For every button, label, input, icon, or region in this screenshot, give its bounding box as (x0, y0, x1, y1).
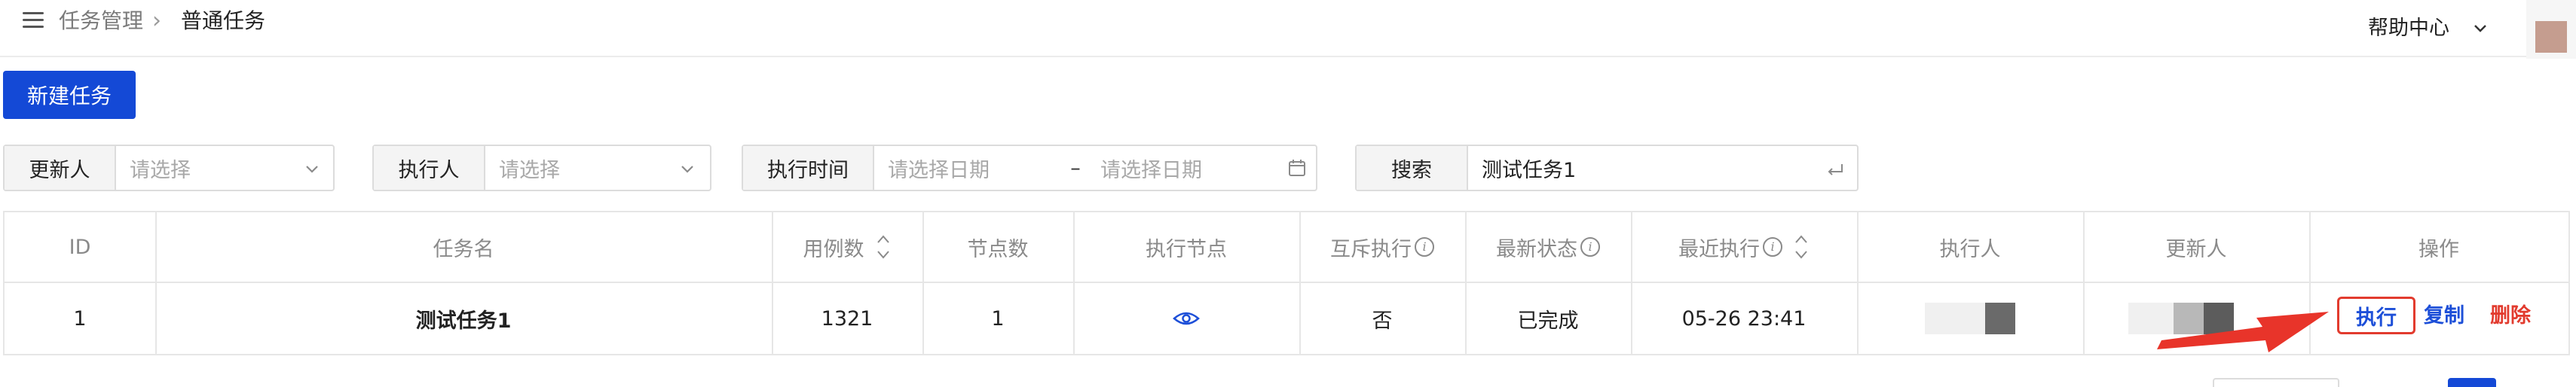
current-page-button[interactable] (2448, 378, 2496, 387)
date-range-separator: – (1070, 156, 1081, 180)
cell-exec-node (1073, 283, 1299, 354)
col-header-exec-node: 执行节点 (1146, 237, 1227, 261)
redacted-executor (1985, 303, 2015, 334)
chevron-down-icon[interactable] (2472, 20, 2489, 36)
page-size-select[interactable] (2213, 378, 2339, 387)
col-header-last-exec[interactable]: 最近执行 i (1631, 212, 1857, 282)
task-table: ID 任务名 用例数 节点数 执行节点 互斥执行 i 最新状态 i 最近执行 i (3, 211, 2570, 355)
updater-filter: 更新人 请选择 (3, 145, 335, 191)
cell-executor (1857, 283, 2083, 354)
sort-icon[interactable] (1793, 232, 1810, 262)
search-filter: 搜索 测试任务1 (1355, 145, 1859, 191)
col-header-mutex: 互斥执行 i (1299, 212, 1465, 282)
table-row: 1 测试任务1 1321 1 否 已完成 05-26 23:41 (5, 283, 2568, 354)
col-header-status: 最新状态 i (1465, 212, 1631, 282)
chevron-down-icon[interactable] (303, 160, 321, 178)
search-label: 搜索 (1357, 146, 1468, 190)
enter-icon[interactable] (1825, 160, 1845, 179)
cell-mutex: 否 (1372, 309, 1393, 333)
info-icon[interactable]: i (1580, 237, 1600, 257)
col-header-task-name: 任务名 (433, 237, 494, 261)
help-center-link[interactable]: 帮助中心 (2368, 14, 2449, 44)
sort-icon[interactable] (875, 232, 892, 262)
execute-button[interactable]: 执行 (2337, 297, 2415, 334)
col-header-status-label: 最新状态 (1496, 237, 1577, 261)
exec-time-label: 执行时间 (743, 146, 874, 190)
col-header-case-count[interactable]: 用例数 (772, 212, 922, 282)
breadcrumb-task-management[interactable]: 任务管理 (59, 6, 143, 36)
cell-id: 1 (73, 306, 87, 331)
updater-select[interactable]: 请选择 (116, 146, 191, 190)
cell-node-count: 1 (991, 306, 1005, 331)
executor-filter: 执行人 请选择 (372, 145, 711, 191)
delete-button[interactable]: 删除 (2490, 300, 2531, 333)
col-header-id: ID (69, 235, 91, 259)
col-header-last-exec-label: 最近执行 (1678, 237, 1760, 261)
breadcrumb-normal-task: 普通任务 (181, 8, 266, 33)
chevron-right-icon: › (152, 8, 161, 34)
cell-last-exec: 05-26 23:41 (1681, 306, 1807, 331)
redacted-updater (2128, 303, 2174, 334)
task-name-link[interactable]: 测试任务1 (155, 283, 772, 354)
updater-filter-label: 更新人 (5, 146, 116, 190)
col-header-actions: 操作 (2418, 237, 2459, 261)
info-icon[interactable]: i (1415, 237, 1434, 257)
col-header-mutex-label: 互斥执行 (1330, 237, 1412, 261)
status-badge: 已完成 (1517, 309, 1579, 333)
cell-case-count: 1321 (821, 306, 873, 331)
col-header-case-count-label: 用例数 (803, 237, 864, 261)
table-header-row: ID 任务名 用例数 节点数 执行节点 互斥执行 i 最新状态 i 最近执行 i (5, 212, 2568, 283)
end-date-input[interactable]: 请选择日期 (1087, 146, 1277, 190)
avatar-area[interactable] (2526, 0, 2576, 59)
redacted-updater (2204, 303, 2234, 334)
executor-filter-label: 执行人 (374, 146, 485, 190)
menu-icon[interactable] (23, 11, 44, 29)
top-header: 任务管理 › 普通任务 帮助中心 (0, 0, 2576, 59)
redacted-updater (2174, 303, 2204, 334)
new-task-button[interactable]: 新建任务 (3, 71, 136, 119)
col-header-node-count: 节点数 (967, 237, 1029, 261)
exec-time-filter: 执行时间 请选择日期 – 请选择日期 (742, 145, 1317, 191)
start-date-input[interactable]: 请选择日期 (874, 146, 1064, 190)
calendar-icon[interactable] (1287, 158, 1307, 178)
search-input[interactable]: 测试任务1 (1468, 146, 1576, 190)
chevron-down-icon[interactable] (678, 160, 696, 178)
col-header-executor: 执行人 (1939, 237, 2001, 261)
copy-button[interactable]: 复制 (2424, 300, 2464, 333)
executor-select[interactable]: 请选择 (485, 146, 560, 190)
cell-updater (2083, 283, 2309, 354)
redacted-executor (1925, 303, 1985, 334)
eye-icon[interactable] (1173, 309, 1200, 328)
col-header-updater: 更新人 (2165, 237, 2227, 261)
avatar[interactable] (2535, 21, 2567, 53)
info-icon[interactable]: i (1763, 237, 1782, 257)
